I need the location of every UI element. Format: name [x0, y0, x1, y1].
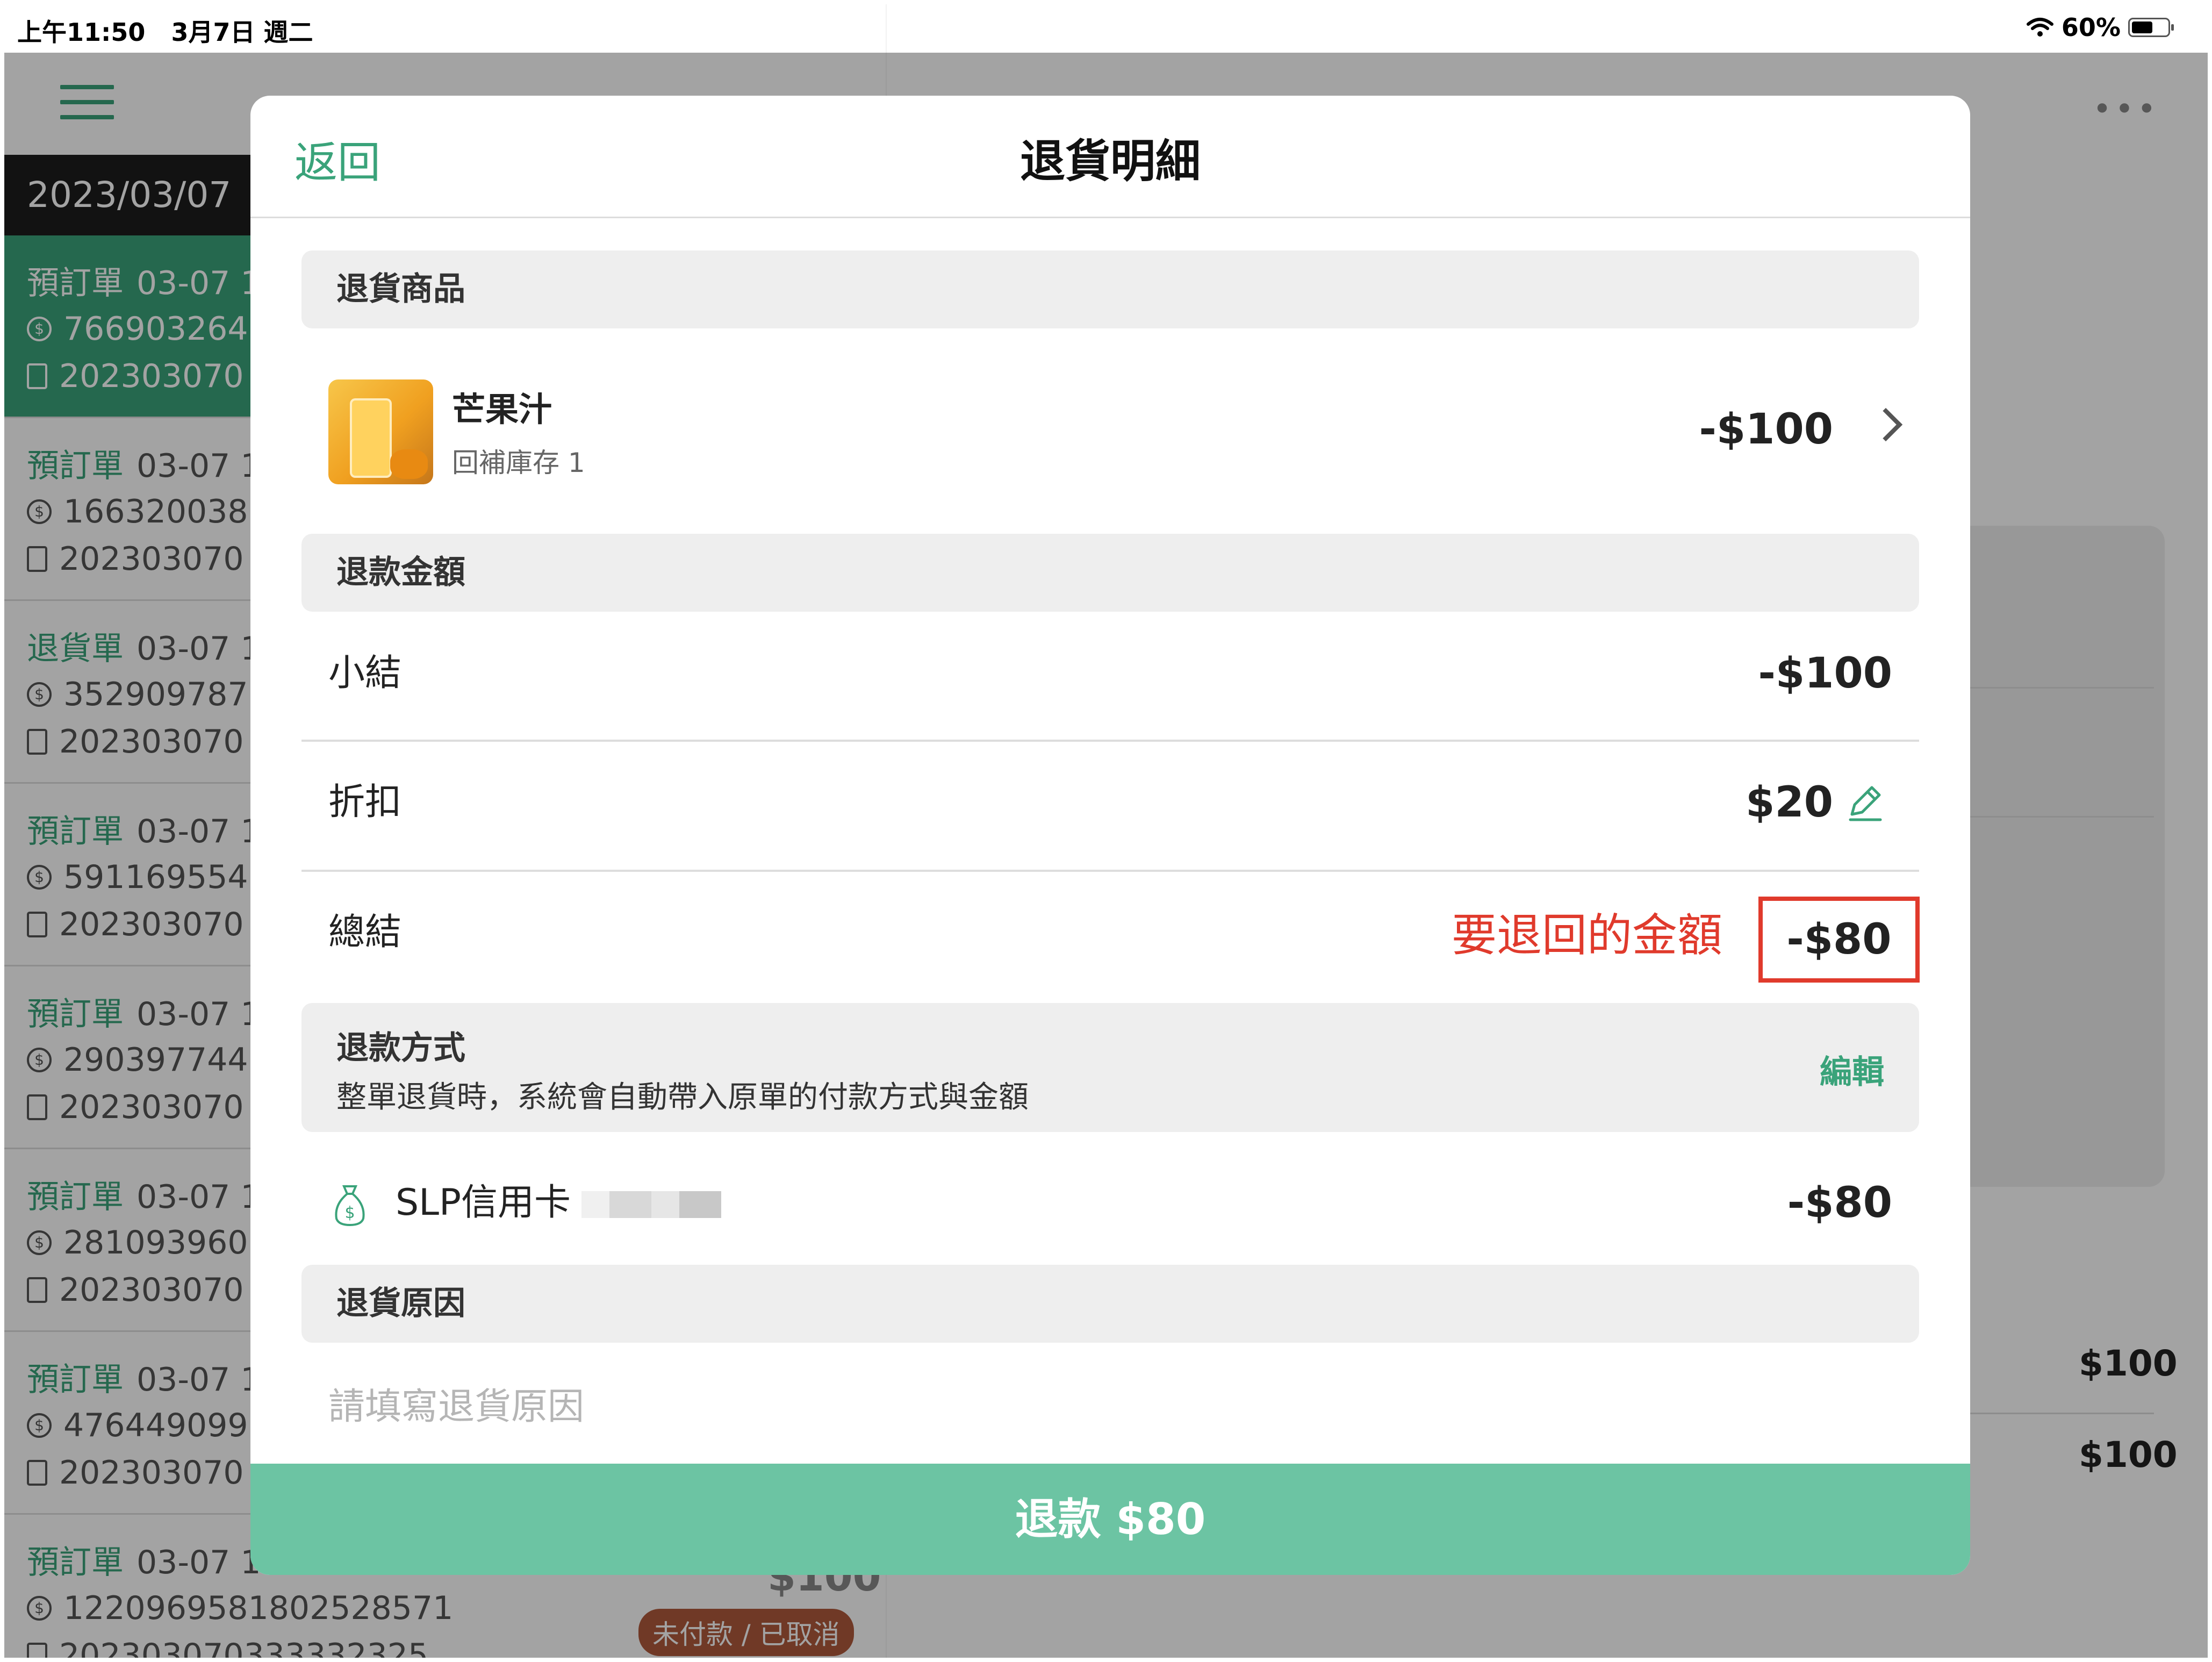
payment-method-name: SLP信用卡	[396, 1181, 571, 1224]
section-refund-amount: 退款金額	[301, 534, 1919, 612]
screen: 2023/03/07 預訂單 03-07 1 $766903264 202303070…	[4, 4, 2208, 1658]
modal-title: 退貨明細	[1019, 135, 1201, 188]
refund-annotation: 要退回的金額	[1452, 909, 1723, 962]
discount-row: 折扣 $20	[301, 768, 1919, 837]
battery-icon	[2128, 18, 2174, 37]
return-detail-modal: 返回 退貨明細 退貨商品 芒果汁 回補庫存 1 -$100 退款金額 小結 -$…	[250, 96, 1970, 1575]
payment-value: -$80	[1787, 1179, 1892, 1227]
masked-card-number	[581, 1191, 722, 1219]
refund-method-title: 退款方式	[336, 1029, 465, 1067]
discount-value: $20	[1746, 778, 1833, 827]
subtotal-row: 小結 -$100	[301, 639, 1919, 708]
product-price: -$100	[1699, 405, 1833, 454]
discount-label: 折扣	[328, 781, 402, 823]
status-time: 上午11:50 3月7日 週二	[17, 18, 313, 47]
divider	[301, 870, 1919, 872]
svg-text:$: $	[344, 1203, 355, 1222]
money-bag-icon: $	[335, 1185, 365, 1227]
payment-row: $ SLP信用卡 -$80	[301, 1168, 1919, 1238]
section-return-reason: 退貨原因	[301, 1265, 1919, 1343]
edit-refund-method-button[interactable]: 編輯	[1820, 1046, 1884, 1093]
section-returned-products: 退貨商品	[301, 250, 1919, 328]
edit-pencil-icon[interactable]	[1844, 781, 1887, 824]
refund-method-note: 整單退貨時，系統會自動帶入原單的付款方式與金額	[336, 1080, 1029, 1115]
total-label: 總結	[328, 911, 402, 954]
section-refund-method: 退款方式 整單退貨時，系統會自動帶入原單的付款方式與金額 編輯	[301, 1003, 1919, 1132]
total-value: -$80	[1786, 915, 1892, 964]
wifi-icon	[2026, 18, 2053, 37]
divider	[301, 740, 1919, 742]
product-image	[328, 379, 433, 484]
subtotal-label: 小結	[328, 652, 402, 694]
product-restock: 回補庫存 1	[452, 447, 585, 478]
refund-submit-button[interactable]: 退款 $80	[250, 1464, 1970, 1575]
status-bar: 上午11:50 3月7日 週二 60%	[4, 4, 2208, 53]
chevron-right-icon[interactable]	[1869, 407, 1903, 442]
subtotal-value: -$100	[1758, 649, 1892, 698]
battery-percent: 60%	[2061, 13, 2121, 42]
modal-header: 返回 退貨明細	[250, 96, 1970, 218]
return-reason-input[interactable]: 請填寫退貨原因	[301, 1372, 1919, 1442]
product-name: 芒果汁	[452, 390, 552, 429]
product-row[interactable]: 芒果汁 回補庫存 1 -$100	[301, 379, 1919, 484]
